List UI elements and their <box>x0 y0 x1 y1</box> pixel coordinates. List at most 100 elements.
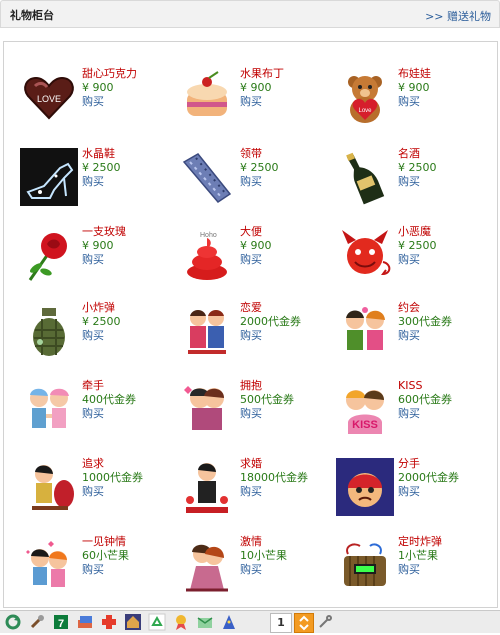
gift-price: 60小芒果 <box>82 549 129 562</box>
wine-bottle-icon[interactable] <box>336 148 394 206</box>
gift-item: 牵手 400代金券 购买 <box>4 354 159 428</box>
gift-price: 10小芒果 <box>240 549 287 562</box>
gift-name: 名酒 <box>398 147 420 160</box>
gift-item: Hoho 大便 ¥ 900 购买 <box>162 200 317 280</box>
gift-item: 名酒 ¥ 2500 购买 <box>320 122 475 205</box>
crystal-shoe-icon[interactable] <box>20 148 78 206</box>
buy-link[interactable]: 购买 <box>240 175 279 189</box>
svg-text:Love: Love <box>358 108 372 114</box>
buy-link[interactable]: 购买 <box>398 485 459 499</box>
svg-text:Hoho: Hoho <box>200 232 217 239</box>
gift-price: 300代金券 <box>398 315 452 328</box>
gift-item: 水果布丁 ¥ 900 购买 <box>162 42 317 116</box>
buy-link[interactable]: 购买 <box>82 563 129 577</box>
kiss-icon[interactable]: KISS <box>336 380 394 438</box>
gift-name: 牵手 <box>82 379 104 392</box>
gift-item: 一见钟情 60小芒果 购买 <box>4 510 159 587</box>
settings-icon[interactable] <box>316 613 334 631</box>
buy-link[interactable]: 购买 <box>240 485 308 499</box>
gift-name: 拥抱 <box>240 379 262 392</box>
necktie-icon[interactable] <box>178 148 236 206</box>
gift-panel: LOVE 甜心巧克力 ¥ 900 购买 水果布丁 ¥ 900 购买 Love 布娃娃 ¥ … <box>3 41 498 608</box>
gift-item: 约会 300代金券 购买 <box>320 276 475 350</box>
buy-link[interactable]: 购买 <box>398 253 437 267</box>
buy-link[interactable]: 购买 <box>240 253 272 267</box>
gift-name: 小恶魔 <box>398 225 431 238</box>
house-icon[interactable] <box>124 613 142 631</box>
gift-price: ¥ 900 <box>82 81 114 94</box>
gift-price: ¥ 900 <box>82 239 114 252</box>
mail-icon[interactable] <box>196 613 214 631</box>
refresh-icon[interactable] <box>4 613 22 631</box>
gift-item: 水晶鞋 ¥ 2500 购买 <box>4 122 159 206</box>
gift-price: 2000代金券 <box>240 315 301 328</box>
passion-icon[interactable] <box>178 536 236 594</box>
breakup-icon[interactable] <box>336 458 394 516</box>
gift-name: 追求 <box>82 457 104 470</box>
teddy-bear-icon[interactable]: Love <box>336 68 394 126</box>
gift-name: 恋爱 <box>240 301 262 314</box>
gift-counter-header: 礼物柜台 >> 赠送礼物 <box>0 0 500 28</box>
cards-icon[interactable] <box>76 613 94 631</box>
grenade-icon[interactable] <box>20 302 78 360</box>
gift-name: 小炸弹 <box>82 301 115 314</box>
gift-name: 布娃娃 <box>398 67 431 80</box>
buy-link[interactable]: 购买 <box>240 329 301 343</box>
gift-name: 分手 <box>398 457 420 470</box>
gift-price: ¥ 900 <box>240 239 272 252</box>
gift-item: 一支玫瑰 ¥ 900 购买 <box>4 200 159 281</box>
holding-hands-icon[interactable] <box>20 380 78 438</box>
gift-item: 恋爱 2000代金券 购买 <box>162 276 317 354</box>
buy-link[interactable]: 购买 <box>398 175 437 189</box>
buy-link[interactable]: 购买 <box>398 563 442 577</box>
scroll-icon[interactable] <box>294 613 314 633</box>
gift-item: Love 布娃娃 ¥ 900 购买 <box>320 42 475 123</box>
gift-price: 400代金券 <box>82 393 136 406</box>
buy-link[interactable]: 购买 <box>82 95 137 109</box>
plus-icon[interactable] <box>100 613 118 631</box>
gift-name: KISS <box>398 379 423 392</box>
buy-link[interactable]: 购买 <box>398 407 452 421</box>
gift-name: 甜心巧克力 <box>82 67 137 80</box>
buy-link[interactable]: 购买 <box>240 407 294 421</box>
gift-name: 定时炸弹 <box>398 535 442 548</box>
buy-link[interactable]: 购买 <box>82 407 136 421</box>
pudding-icon[interactable] <box>178 68 236 126</box>
buy-link[interactable]: 购买 <box>398 95 431 109</box>
store-icon[interactable]: 7 <box>52 613 70 631</box>
buy-link[interactable]: 购买 <box>82 329 121 343</box>
gift-price: 2000代金券 <box>398 471 459 484</box>
pursuit-icon[interactable] <box>20 458 78 516</box>
hug-icon[interactable] <box>178 380 236 438</box>
gift-price: ¥ 2500 <box>82 161 121 174</box>
svg-text:LOVE: LOVE <box>37 94 61 104</box>
gift-item: 拥抱 500代金券 购买 <box>162 354 317 430</box>
couple-date-icon[interactable] <box>336 302 394 360</box>
buy-link[interactable]: 购买 <box>398 329 452 343</box>
buy-link[interactable]: 购买 <box>240 95 284 109</box>
page-number[interactable]: 1 <box>270 613 292 633</box>
page-title: 礼物柜台 <box>10 9 54 22</box>
buy-link[interactable]: 购买 <box>240 563 287 577</box>
gift-item: 追求 1000代金券 购买 <box>4 432 159 510</box>
gift-name: 一见钟情 <box>82 535 126 548</box>
buy-link[interactable]: 购买 <box>82 485 143 499</box>
svg-text:7: 7 <box>58 618 64 630</box>
badge-icon[interactable] <box>172 613 190 631</box>
gift-item: KISS KISS 600代金券 购买 <box>320 354 475 434</box>
time-bomb-icon[interactable] <box>336 536 394 594</box>
gift-item: 激情 10小芒果 购买 <box>162 510 317 592</box>
recycle-icon[interactable] <box>148 613 166 631</box>
couple-love-icon[interactable] <box>178 302 236 360</box>
bottom-toolbar: 7 1 <box>0 610 500 633</box>
gift-item: 小炸弹 ¥ 2500 购买 <box>4 276 159 356</box>
buy-link[interactable]: 购买 <box>82 175 121 189</box>
gift-price: ¥ 2500 <box>398 161 437 174</box>
love-at-first-sight-icon[interactable] <box>20 536 78 594</box>
tools-icon[interactable] <box>28 613 46 631</box>
send-gift-link[interactable]: >> 赠送礼物 <box>425 8 491 24</box>
wizard-icon[interactable] <box>220 613 238 631</box>
chocolate-icon[interactable]: LOVE <box>20 68 78 126</box>
proposal-icon[interactable] <box>178 458 236 516</box>
buy-link[interactable]: 购买 <box>82 253 126 267</box>
